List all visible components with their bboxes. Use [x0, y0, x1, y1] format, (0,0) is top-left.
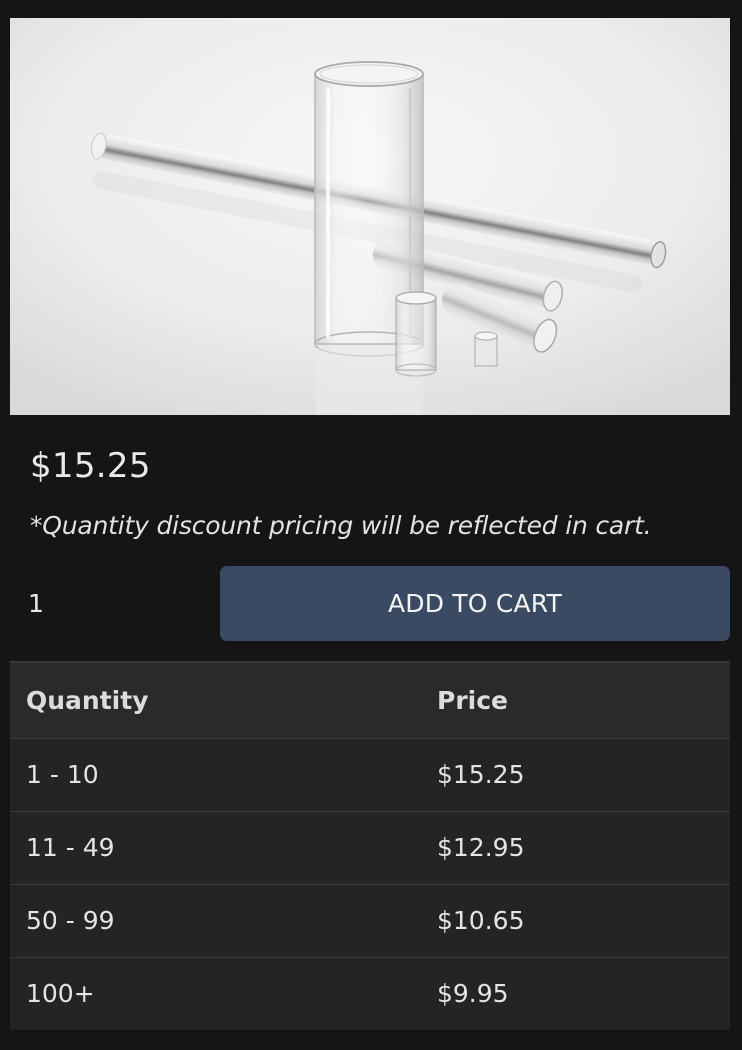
price-cell: $9.95 [421, 956, 730, 1030]
add-to-cart-button[interactable]: ADD TO CART [220, 566, 730, 641]
header-quantity: Quantity [10, 662, 421, 738]
table-header-row: Quantity Price [10, 662, 730, 738]
table-row: 1 - 10 $15.25 [10, 737, 730, 811]
table-row: 50 - 99 $10.65 [10, 883, 730, 957]
table-row: 11 - 49 $12.95 [10, 810, 730, 884]
price-cell: $12.95 [421, 810, 730, 884]
price-cell: $10.65 [421, 883, 730, 957]
product-price: $15.25 [30, 446, 151, 486]
quantity-pricing-table: Quantity Price 1 - 10 $15.25 11 - 49 $12… [10, 661, 730, 1030]
quantity-cell: 100+ [10, 956, 421, 1030]
product-image [10, 18, 730, 415]
table-row: 100+ $9.95 [10, 956, 730, 1030]
quantity-cell: 11 - 49 [10, 810, 421, 884]
product-purchase-panel: $15.25 *Quantity discount pricing will b… [0, 0, 742, 1050]
quantity-cell: 1 - 10 [10, 737, 421, 811]
quantity-input[interactable] [10, 566, 210, 641]
acrylic-tubes-photo [10, 18, 730, 415]
quantity-cell: 50 - 99 [10, 883, 421, 957]
header-price: Price [421, 662, 730, 738]
discount-note: *Quantity discount pricing will be refle… [30, 511, 652, 540]
price-cell: $15.25 [421, 737, 730, 811]
